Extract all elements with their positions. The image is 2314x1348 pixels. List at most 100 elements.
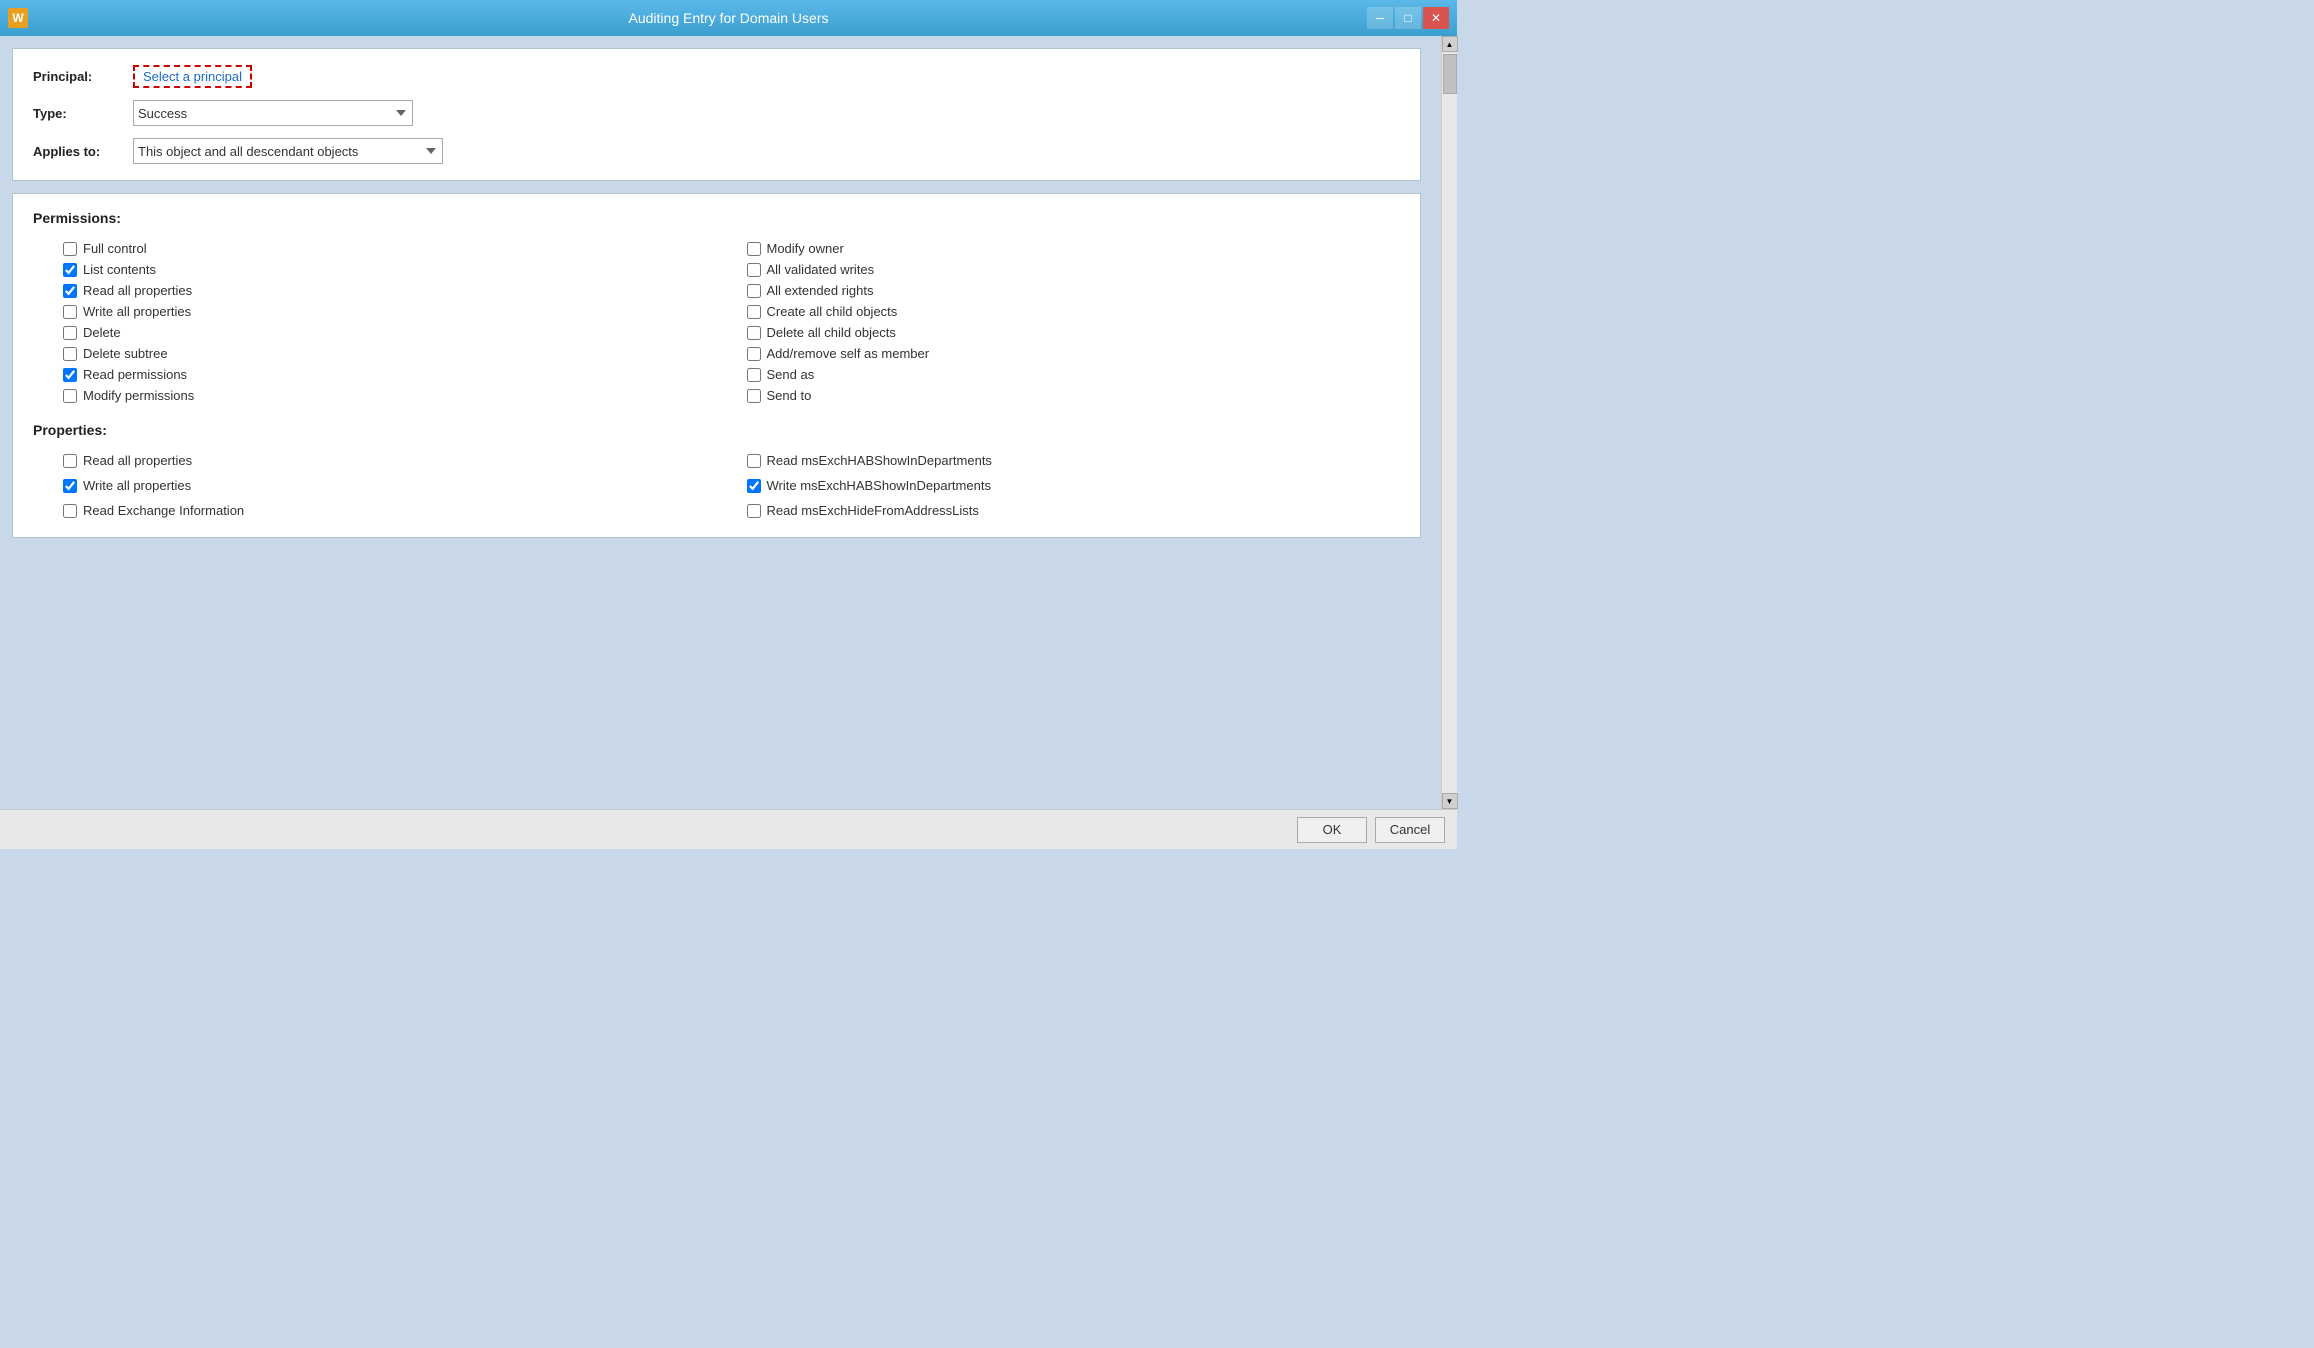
list-contents-label: List contents xyxy=(83,262,156,277)
titlebar: W Auditing Entry for Domain Users ─ □ ✕ xyxy=(0,0,1457,36)
list-item: Read permissions xyxy=(33,364,717,385)
read-msexch-hide-checkbox[interactable] xyxy=(747,504,761,518)
permissions-panel: Permissions: Full control List contents … xyxy=(12,193,1421,538)
list-item: List contents xyxy=(33,259,717,280)
prop-write-all-properties-label: Write all properties xyxy=(83,478,191,493)
full-control-checkbox[interactable] xyxy=(63,242,77,256)
list-item: Read msExchHideFromAddressLists xyxy=(717,500,1401,521)
list-item: Read Exchange Information xyxy=(33,500,717,521)
type-label: Type: xyxy=(33,106,133,121)
properties-right-col: Read msExchHABShowInDepartments Write ms… xyxy=(717,450,1401,521)
list-item: Delete xyxy=(33,322,717,343)
delete-subtree-checkbox[interactable] xyxy=(63,347,77,361)
principal-link[interactable]: Select a principal xyxy=(133,65,252,88)
properties-left-col: Read all properties Write all properties… xyxy=(33,450,717,521)
create-all-child-objects-checkbox[interactable] xyxy=(747,305,761,319)
list-item: Write all properties xyxy=(33,301,717,322)
read-msexch-hab-show-label: Read msExchHABShowInDepartments xyxy=(767,453,992,468)
all-extended-rights-checkbox[interactable] xyxy=(747,284,761,298)
type-select[interactable]: Success xyxy=(133,100,413,126)
scroll-down-arrow[interactable]: ▼ xyxy=(1442,793,1458,809)
list-item: Delete all child objects xyxy=(717,322,1401,343)
all-extended-rights-label: All extended rights xyxy=(767,283,874,298)
list-item: Send as xyxy=(717,364,1401,385)
delete-label: Delete xyxy=(83,325,121,340)
list-item: Full control xyxy=(33,238,717,259)
principal-row: Principal: Select a principal xyxy=(33,65,1400,88)
full-control-label: Full control xyxy=(83,241,147,256)
prop-read-all-properties-label: Read all properties xyxy=(83,453,192,468)
list-item: Delete subtree xyxy=(33,343,717,364)
properties-grid: Read all properties Write all properties… xyxy=(33,450,1400,521)
send-as-checkbox[interactable] xyxy=(747,368,761,382)
all-validated-writes-label: All validated writes xyxy=(767,262,875,277)
list-item: Create all child objects xyxy=(717,301,1401,322)
list-item: Modify owner xyxy=(717,238,1401,259)
list-item: Write msExchHABShowInDepartments xyxy=(717,475,1401,496)
cancel-button[interactable]: Cancel xyxy=(1375,817,1445,843)
app-icon: W xyxy=(8,8,28,28)
read-exchange-info-label: Read Exchange Information xyxy=(83,503,244,518)
write-msexch-hab-show-label: Write msExchHABShowInDepartments xyxy=(767,478,991,493)
applies-label: Applies to: xyxy=(33,144,133,159)
create-all-child-objects-label: Create all child objects xyxy=(767,304,898,319)
read-exchange-info-checkbox[interactable] xyxy=(63,504,77,518)
modify-owner-checkbox[interactable] xyxy=(747,242,761,256)
send-to-label: Send to xyxy=(767,388,812,403)
modify-owner-label: Modify owner xyxy=(767,241,844,256)
add-remove-self-checkbox[interactable] xyxy=(747,347,761,361)
scrollbar: ▲ ▼ xyxy=(1441,36,1457,809)
permissions-title: Permissions: xyxy=(33,210,1400,226)
delete-all-child-objects-label: Delete all child objects xyxy=(767,325,896,340)
list-item: Add/remove self as member xyxy=(717,343,1401,364)
scroll-thumb[interactable] xyxy=(1443,54,1457,94)
send-as-label: Send as xyxy=(767,367,815,382)
list-item: Read all properties xyxy=(33,280,717,301)
add-remove-self-label: Add/remove self as member xyxy=(767,346,930,361)
list-item: Read all properties xyxy=(33,450,717,471)
all-validated-writes-checkbox[interactable] xyxy=(747,263,761,277)
permissions-left-col: Full control List contents Read all prop… xyxy=(33,238,717,406)
ok-button[interactable]: OK xyxy=(1297,817,1367,843)
delete-subtree-label: Delete subtree xyxy=(83,346,168,361)
read-msexch-hide-label: Read msExchHideFromAddressLists xyxy=(767,503,979,518)
read-all-properties-label: Read all properties xyxy=(83,283,192,298)
read-permissions-checkbox[interactable] xyxy=(63,368,77,382)
list-item: Write all properties xyxy=(33,475,717,496)
permissions-grid: Full control List contents Read all prop… xyxy=(33,238,1400,406)
delete-all-child-objects-checkbox[interactable] xyxy=(747,326,761,340)
read-all-properties-checkbox[interactable] xyxy=(63,284,77,298)
bottom-bar: OK Cancel xyxy=(0,809,1457,849)
applies-select[interactable]: This object and all descendant objects xyxy=(133,138,443,164)
read-msexch-hab-show-checkbox[interactable] xyxy=(747,454,761,468)
delete-checkbox[interactable] xyxy=(63,326,77,340)
list-item: All extended rights xyxy=(717,280,1401,301)
applies-row: Applies to: This object and all descenda… xyxy=(33,138,1400,164)
write-all-properties-checkbox[interactable] xyxy=(63,305,77,319)
properties-title: Properties: xyxy=(33,422,1400,438)
prop-write-all-properties-checkbox[interactable] xyxy=(63,479,77,493)
write-msexch-hab-show-checkbox[interactable] xyxy=(747,479,761,493)
write-all-properties-label: Write all properties xyxy=(83,304,191,319)
main-content: Principal: Select a principal Type: Succ… xyxy=(0,36,1441,809)
minimize-button[interactable]: ─ xyxy=(1367,7,1393,29)
window-title: Auditing Entry for Domain Users xyxy=(629,10,829,26)
maximize-button[interactable]: □ xyxy=(1395,7,1421,29)
list-item: Modify permissions xyxy=(33,385,717,406)
send-to-checkbox[interactable] xyxy=(747,389,761,403)
permissions-right-col: Modify owner All validated writes All ex… xyxy=(717,238,1401,406)
list-item: Send to xyxy=(717,385,1401,406)
list-item: Read msExchHABShowInDepartments xyxy=(717,450,1401,471)
scroll-up-arrow[interactable]: ▲ xyxy=(1442,36,1458,52)
type-row: Type: Success xyxy=(33,100,1400,126)
window-controls: ─ □ ✕ xyxy=(1367,7,1449,29)
list-item: All validated writes xyxy=(717,259,1401,280)
list-contents-checkbox[interactable] xyxy=(63,263,77,277)
close-button[interactable]: ✕ xyxy=(1423,7,1449,29)
header-panel: Principal: Select a principal Type: Succ… xyxy=(12,48,1421,181)
read-permissions-label: Read permissions xyxy=(83,367,187,382)
principal-label: Principal: xyxy=(33,69,133,84)
modify-permissions-label: Modify permissions xyxy=(83,388,194,403)
modify-permissions-checkbox[interactable] xyxy=(63,389,77,403)
prop-read-all-properties-checkbox[interactable] xyxy=(63,454,77,468)
